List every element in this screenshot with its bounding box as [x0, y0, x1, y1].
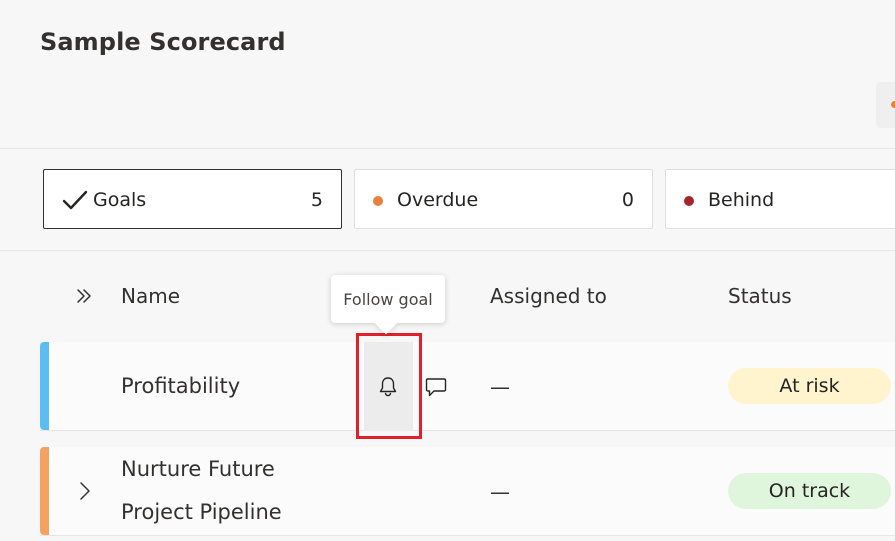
follow-goal-tooltip: Follow goal — [331, 275, 445, 335]
double-chevron-right-icon[interactable] — [74, 286, 94, 306]
assigned-to: — — [490, 375, 510, 399]
highlight-box — [356, 333, 422, 439]
summary-label: Overdue — [397, 189, 479, 211]
summary-card-goals[interactable]: Goals 5 — [43, 169, 342, 229]
assigned-to: — — [490, 480, 510, 504]
status-badge[interactable]: On track — [728, 473, 891, 509]
overdue-dot — [373, 196, 383, 206]
summary-card-behind[interactable]: Behind — [665, 169, 895, 229]
tooltip-text: Follow goal — [343, 289, 433, 309]
column-header-name[interactable]: Name — [121, 284, 180, 308]
column-header-assigned[interactable]: Assigned to — [490, 284, 607, 308]
page-title: Sample Scorecard — [40, 28, 286, 56]
status-filter-chip[interactable] — [876, 82, 895, 128]
behind-dot — [684, 196, 694, 206]
goal-name-line2[interactable]: Project Pipeline — [121, 491, 282, 534]
row-color-bar — [40, 447, 49, 535]
summary-label: Behind — [708, 189, 775, 211]
row-color-bar — [40, 342, 49, 430]
status-dot — [891, 101, 895, 108]
divider — [0, 250, 895, 251]
status-badge[interactable]: At risk — [728, 368, 891, 404]
goal-name[interactable]: Profitability — [121, 365, 240, 408]
table-row[interactable]: Profitability — At risk — [40, 342, 895, 431]
summary-card-overdue[interactable]: Overdue 0 — [354, 169, 653, 229]
column-header-status[interactable]: Status — [728, 284, 792, 308]
goal-name-line1[interactable]: Nurture Future — [121, 448, 275, 491]
summary-label: Goals — [93, 189, 147, 211]
comment-icon[interactable] — [425, 376, 447, 398]
summary-count: 0 — [621, 189, 634, 211]
summary-count: 5 — [310, 189, 323, 211]
tooltip-tail — [374, 311, 398, 335]
checkmark-icon — [62, 190, 88, 210]
divider — [0, 148, 895, 149]
chevron-right-icon[interactable] — [78, 481, 92, 501]
table-row[interactable]: Nurture Future Project Pipeline — On tra… — [40, 447, 895, 536]
